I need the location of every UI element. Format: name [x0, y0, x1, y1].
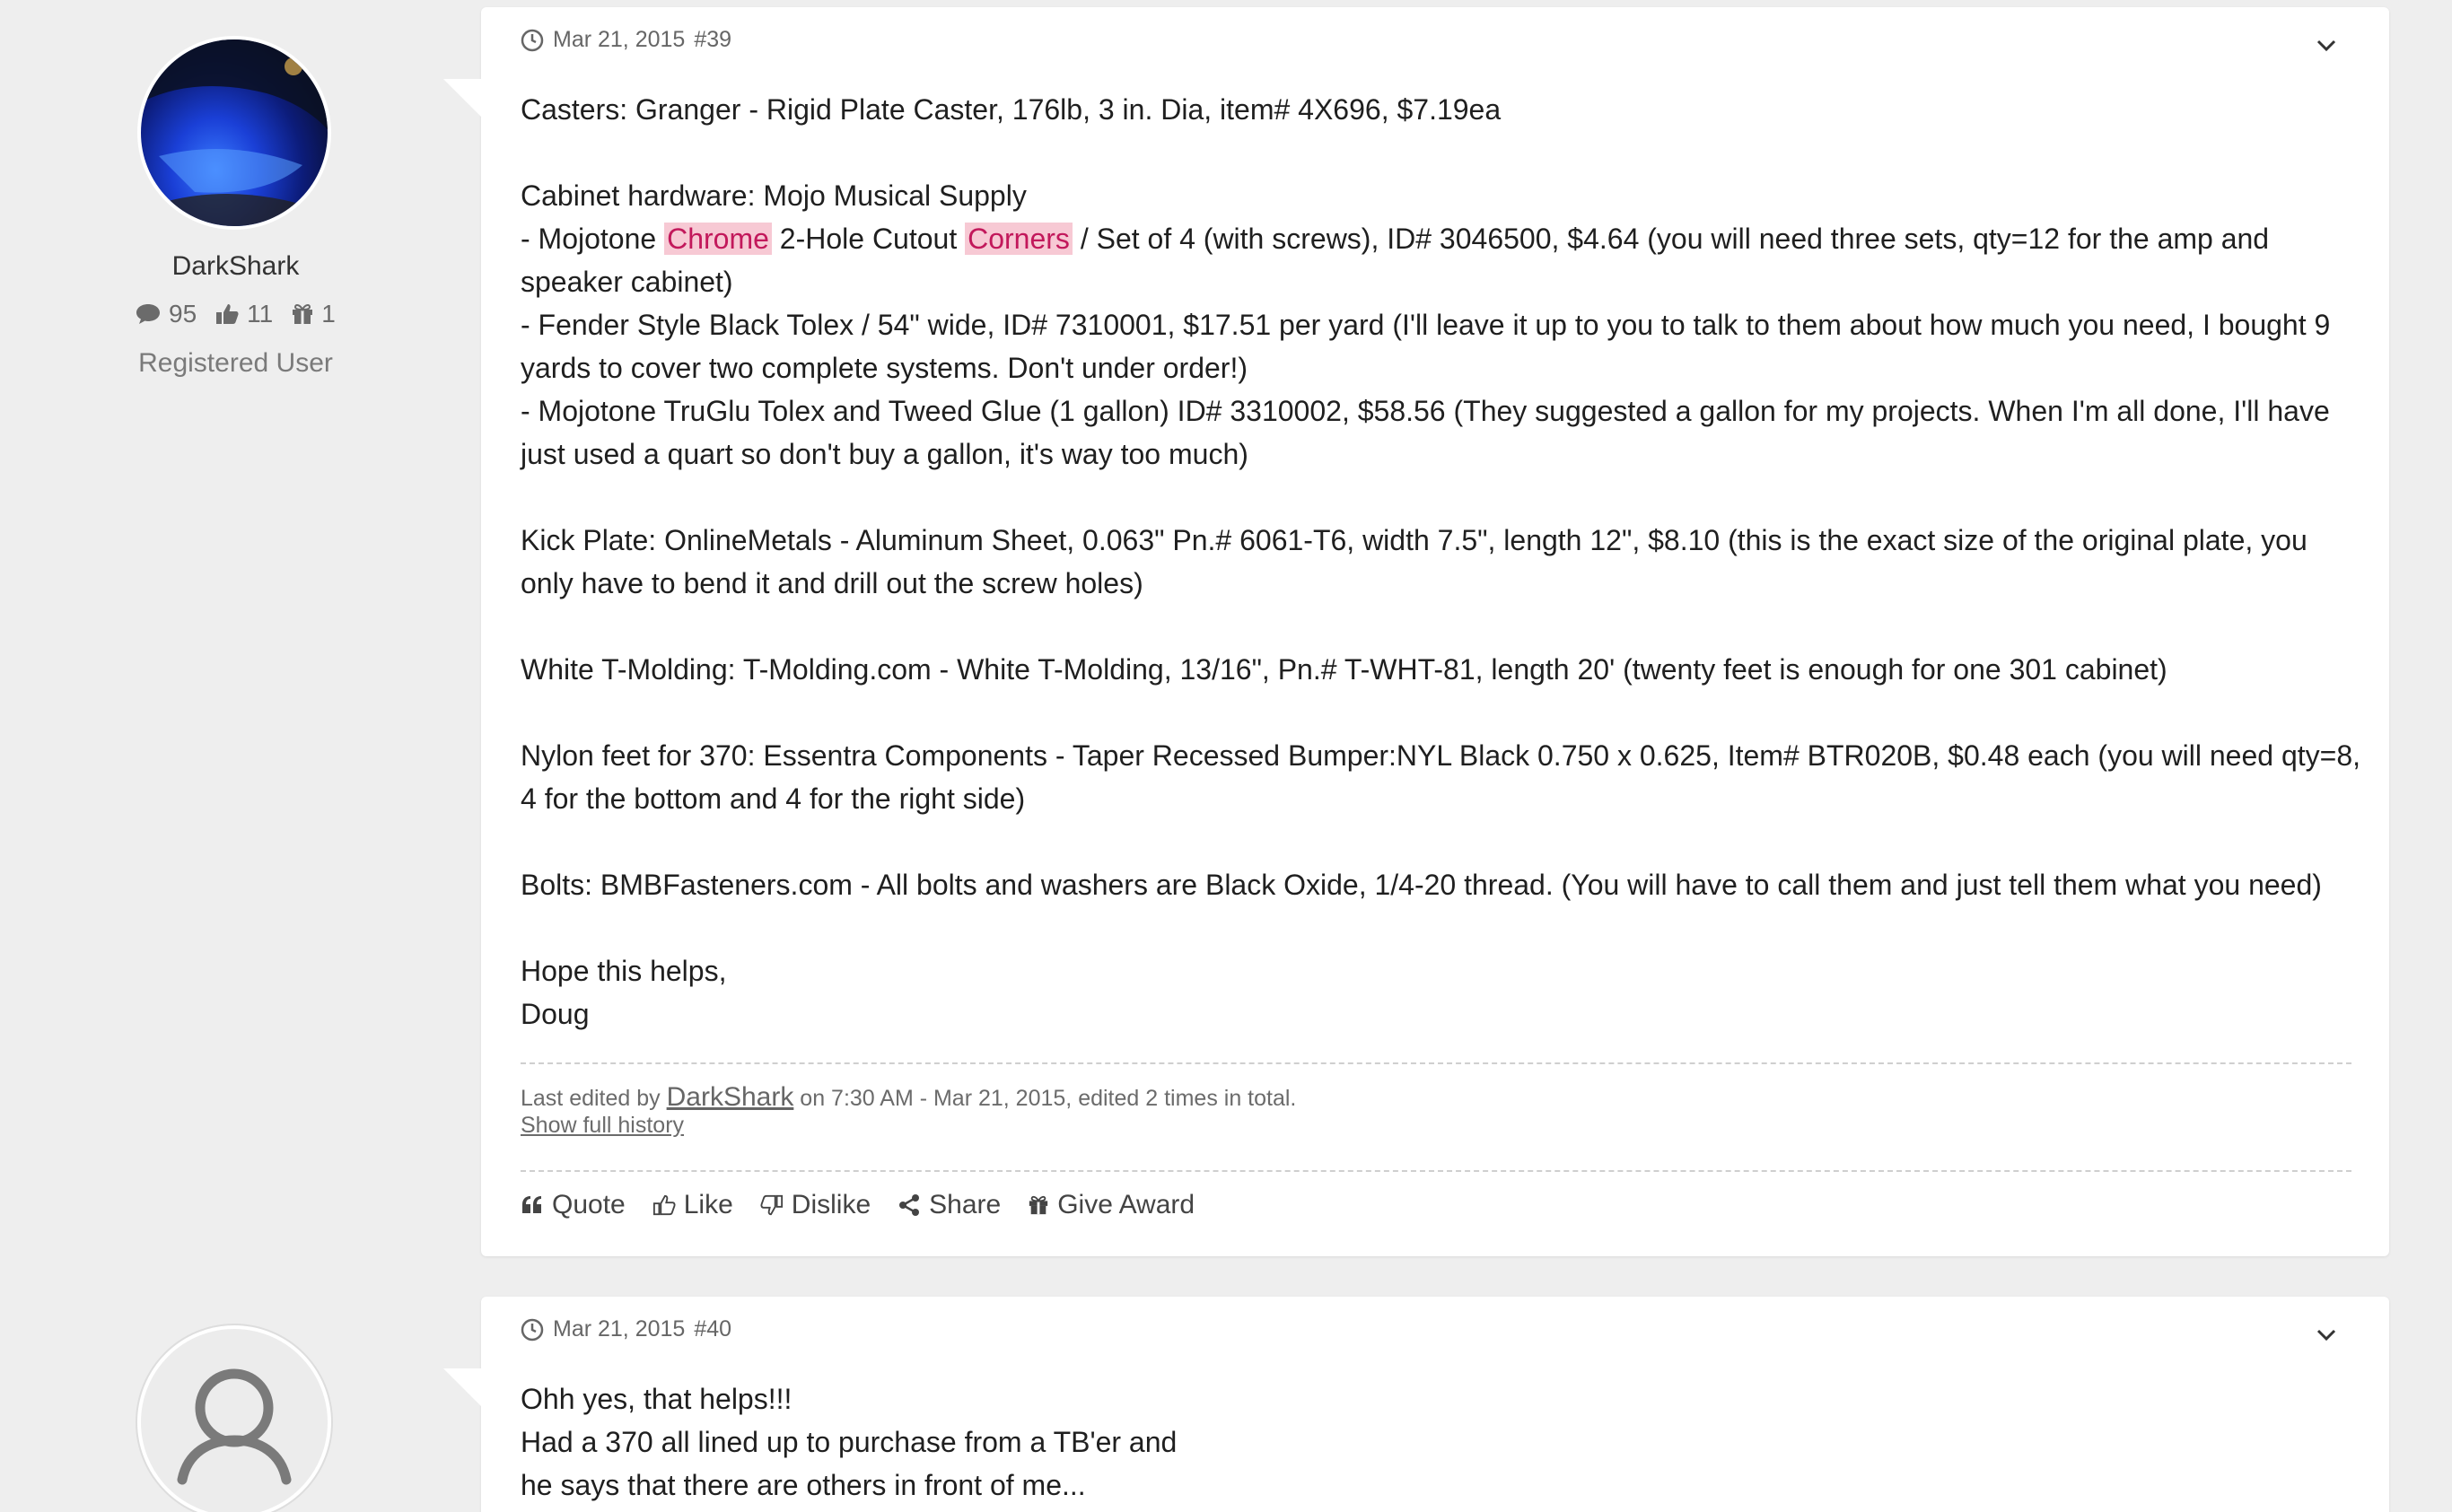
editor-link[interactable]: DarkShark: [667, 1082, 794, 1112]
search-highlight: Chrome: [664, 223, 772, 255]
awards-count: 1: [321, 300, 336, 328]
body-line-with-highlights: - Mojotone Chrome 2-Hole Cutout Corners …: [521, 217, 2360, 303]
body-line: Had a 370 all lined up to purchase from …: [521, 1426, 1178, 1458]
post-date[interactable]: Mar 21, 2015: [553, 27, 685, 53]
give-award-label: Give Award: [1057, 1190, 1195, 1219]
post-number[interactable]: #40: [694, 1316, 731, 1342]
body-line: Casters: Granger - Rigid Plate Caster, 1…: [521, 93, 1502, 126]
body-line: he says that there are others in front o…: [521, 1469, 1086, 1501]
card-pointer: [443, 79, 481, 117]
post-actions: Quote Like Dislike Share Give Award: [521, 1190, 1195, 1220]
post-meta: Mar 21, 2015 #39: [521, 27, 731, 53]
user-avatar[interactable]: [137, 36, 331, 230]
default-user-avatar[interactable]: [137, 1325, 331, 1512]
post-40: Mar 21, 2015 #40 Ohh yes, that helps!!! …: [0, 1297, 2452, 1512]
search-highlight: Corners: [965, 223, 1073, 255]
gift-icon: [1028, 1194, 1049, 1216]
edit-note: Last edited by DarkShark on 7:30 AM - Ma…: [521, 1084, 1296, 1139]
awards-stat: 1: [291, 300, 336, 328]
give-award-button[interactable]: Give Award: [1028, 1190, 1195, 1220]
post-count: 95: [169, 300, 197, 328]
post-meta: Mar 21, 2015 #40: [521, 1316, 731, 1342]
signature: Doug: [521, 998, 590, 1030]
body-line: White T-Molding: T-Molding.com - White T…: [521, 653, 2167, 686]
clock-icon: [521, 29, 544, 52]
body-text: 2-Hole Cutout: [771, 223, 966, 255]
thumbs-up-icon: [652, 1193, 676, 1217]
chevron-down-icon[interactable]: [2316, 34, 2337, 56]
clock-icon: [521, 1318, 544, 1342]
post-body: Casters: Granger - Rigid Plate Caster, 1…: [521, 88, 2360, 1036]
thumbs-down-icon: [760, 1193, 784, 1217]
body-line: Cabinet hardware: Mojo Musical Supply: [521, 179, 1027, 212]
post-card: Mar 21, 2015 #40 Ohh yes, that helps!!! …: [443, 1297, 2389, 1512]
avatar-photo-image: [141, 39, 328, 226]
thread: DarkShark 95 11 1 Registered User Mar 21…: [0, 0, 2452, 1512]
show-history-link[interactable]: Show full history: [521, 1112, 1296, 1139]
edit-suffix: on 7:30 AM - Mar 21, 2015, edited 2 time…: [793, 1086, 1297, 1111]
quote-label: Quote: [552, 1190, 626, 1219]
share-button[interactable]: Share: [898, 1190, 1001, 1220]
post-number[interactable]: #39: [694, 27, 731, 53]
card-pointer: [443, 1368, 481, 1406]
dislike-button[interactable]: Dislike: [760, 1190, 871, 1220]
divider: [521, 1170, 2351, 1172]
chevron-down-icon[interactable]: [2316, 1324, 2337, 1345]
dislike-label: Dislike: [791, 1190, 871, 1219]
body-line: Nylon feet for 370: Essentra Components …: [521, 739, 2361, 815]
gift-icon: [291, 302, 314, 326]
body-line: - Fender Style Black Tolex / 54" wide, I…: [521, 309, 2331, 384]
post-count-stat: 95: [135, 300, 197, 328]
post-body: Ohh yes, that helps!!! Had a 370 all lin…: [521, 1377, 2360, 1507]
like-button[interactable]: Like: [652, 1190, 733, 1220]
body-line: Bolts: BMBFasteners.com - All bolts and …: [521, 869, 2322, 901]
post-date[interactable]: Mar 21, 2015: [553, 1316, 685, 1342]
post-card: Mar 21, 2015 #39 Casters: Granger - Rigi…: [443, 7, 2389, 1256]
body-line: Hope this helps,: [521, 955, 727, 987]
thumbs-up-icon: [215, 302, 240, 326]
likes-count: 11: [247, 300, 274, 328]
speech-bubble-icon: [135, 302, 162, 326]
post-39: DarkShark 95 11 1 Registered User Mar 21…: [0, 7, 2452, 1256]
body-line: - Mojotone TruGlu Tolex and Tweed Glue (…: [521, 395, 2330, 470]
quote-button[interactable]: Quote: [521, 1190, 626, 1220]
share-icon: [898, 1193, 921, 1217]
user-silhouette-icon: [177, 1368, 292, 1485]
username[interactable]: DarkShark: [0, 251, 471, 282]
user-stats: 95 11 1: [135, 300, 336, 328]
body-line: Kick Plate: OnlineMetals - Aluminum Shee…: [521, 524, 2308, 599]
body-line: Ohh yes, that helps!!!: [521, 1383, 793, 1415]
body-text: - Mojotone: [521, 223, 665, 255]
quote-icon: [521, 1195, 544, 1215]
divider: [521, 1062, 2351, 1064]
edit-prefix: Last edited by: [521, 1086, 667, 1111]
user-role: Registered User: [138, 348, 333, 378]
like-label: Like: [683, 1190, 733, 1219]
likes-stat: 11: [215, 300, 273, 328]
share-label: Share: [929, 1190, 1002, 1219]
